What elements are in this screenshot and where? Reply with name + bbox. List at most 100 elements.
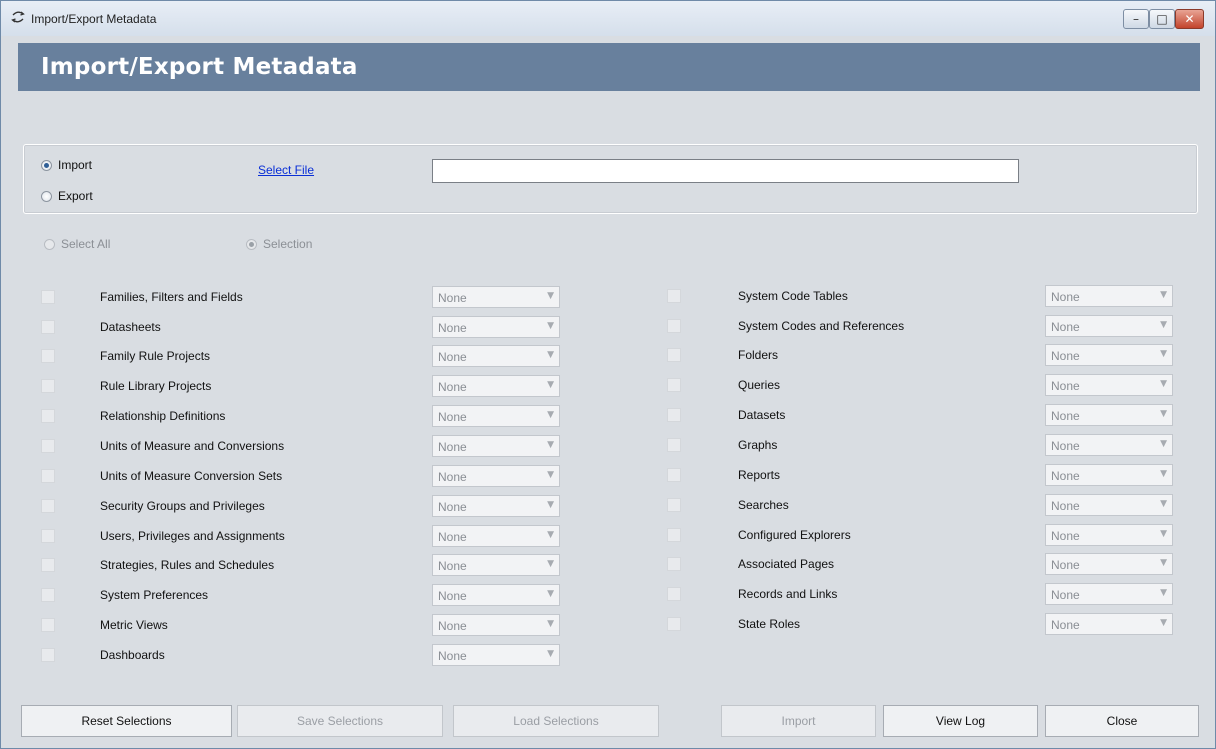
item-dropdown[interactable]: None ▼ [432,495,560,517]
dropdown-value: None [1051,588,1080,602]
item-checkbox[interactable] [667,319,681,333]
maximize-icon: □ [1156,12,1168,26]
chevron-down-icon: ▼ [547,500,554,510]
item-checkbox[interactable] [41,529,55,543]
reset-selections-button[interactable]: Reset Selections [21,705,232,737]
item-dropdown[interactable]: None ▼ [1045,404,1173,426]
selection-radio[interactable]: Selection [246,237,312,251]
item-checkbox[interactable] [41,469,55,483]
item-dropdown[interactable]: None ▼ [1045,464,1173,486]
item-checkbox[interactable] [41,320,55,334]
item-checkbox[interactable] [41,409,55,423]
close-window-button[interactable]: ✕ [1175,9,1204,29]
chevron-down-icon: ▼ [1160,588,1167,598]
item-dropdown[interactable]: None ▼ [432,644,560,666]
item-label: System Code Tables [738,289,848,303]
item-dropdown[interactable]: None ▼ [1045,344,1173,366]
item-dropdown[interactable]: None ▼ [1045,613,1173,635]
item-dropdown[interactable]: None ▼ [1045,553,1173,575]
item-checkbox[interactable] [41,379,55,393]
dropdown-value: None [438,649,467,663]
load-selections-button[interactable]: Load Selections [453,705,659,737]
item-checkbox[interactable] [667,557,681,571]
chevron-down-icon: ▼ [1160,529,1167,539]
export-radio[interactable]: Export [41,189,93,203]
maximize-button[interactable]: □ [1149,9,1175,29]
chevron-down-icon: ▼ [1160,409,1167,419]
chevron-down-icon: ▼ [1160,290,1167,300]
item-dropdown[interactable]: None ▼ [432,554,560,576]
item-checkbox[interactable] [41,648,55,662]
chevron-down-icon: ▼ [1160,379,1167,389]
item-checkbox[interactable] [667,468,681,482]
item-label: Relationship Definitions [100,409,226,423]
item-dropdown[interactable]: None ▼ [1045,583,1173,605]
select-file-link[interactable]: Select File [258,163,314,177]
item-label: Users, Privileges and Assignments [100,529,285,543]
item-checkbox[interactable] [667,587,681,601]
item-checkbox[interactable] [667,498,681,512]
item-checkbox[interactable] [41,588,55,602]
item-dropdown[interactable]: None ▼ [432,584,560,606]
radio-unselected-icon [44,238,55,250]
dropdown-value: None [1051,290,1080,304]
dropdown-value: None [438,470,467,484]
item-dropdown[interactable]: None ▼ [1045,374,1173,396]
item-checkbox[interactable] [41,439,55,453]
dropdown-value: None [1051,469,1080,483]
close-button[interactable]: Close [1045,705,1199,737]
page-title: Import/Export Metadata [41,54,358,80]
import-radio[interactable]: Import [41,158,92,172]
item-dropdown[interactable]: None ▼ [1045,315,1173,337]
header-banner: Import/Export Metadata [18,43,1200,91]
item-checkbox[interactable] [41,558,55,572]
item-dropdown[interactable]: None ▼ [432,614,560,636]
minimize-button[interactable]: – [1123,9,1149,29]
view-log-button[interactable]: View Log [883,705,1038,737]
chevron-down-icon: ▼ [547,649,554,659]
item-dropdown[interactable]: None ▼ [432,316,560,338]
item-checkbox[interactable] [41,499,55,513]
item-checkbox[interactable] [667,378,681,392]
item-dropdown[interactable]: None ▼ [1045,285,1173,307]
item-dropdown[interactable]: None ▼ [432,435,560,457]
radio-selected-icon [246,238,257,250]
item-checkbox[interactable] [667,408,681,422]
import-button[interactable]: Import [721,705,876,737]
save-selections-button[interactable]: Save Selections [237,705,443,737]
item-label: Datasheets [100,320,161,334]
item-dropdown[interactable]: None ▼ [1045,434,1173,456]
item-label: System Preferences [100,588,209,602]
chevron-down-icon: ▼ [547,619,554,629]
item-checkbox[interactable] [667,348,681,362]
selection-label: Selection [263,237,313,251]
chevron-down-icon: ▼ [1160,349,1167,359]
item-dropdown[interactable]: None ▼ [1045,524,1173,546]
item-checkbox[interactable] [41,349,55,363]
file-path-input[interactable] [432,159,1019,183]
item-dropdown[interactable]: None ▼ [432,375,560,397]
select-all-radio[interactable]: Select All [44,237,110,251]
item-dropdown[interactable]: None ▼ [432,286,560,308]
item-checkbox[interactable] [667,289,681,303]
item-label: Folders [738,348,779,362]
chevron-down-icon: ▼ [547,350,554,360]
item-checkbox[interactable] [41,290,55,304]
item-label: Units of Measure Conversion Sets [100,469,283,483]
import-export-arrows-icon [10,9,26,25]
item-dropdown[interactable]: None ▼ [432,465,560,487]
dropdown-value: None [1051,558,1080,572]
item-label: Family Rule Projects [100,349,211,363]
item-checkbox[interactable] [667,617,681,631]
dropdown-value: None [1051,529,1080,543]
item-dropdown[interactable]: None ▼ [432,345,560,367]
item-label: State Roles [738,617,801,631]
item-dropdown[interactable]: None ▼ [432,525,560,547]
item-checkbox[interactable] [41,618,55,632]
dropdown-value: None [438,291,467,305]
item-dropdown[interactable]: None ▼ [1045,494,1173,516]
item-dropdown[interactable]: None ▼ [432,405,560,427]
item-checkbox[interactable] [667,438,681,452]
item-checkbox[interactable] [667,528,681,542]
dropdown-value: None [438,530,467,544]
